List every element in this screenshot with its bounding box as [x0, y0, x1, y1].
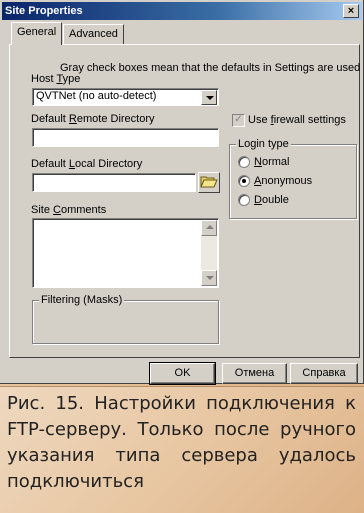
local-directory-input[interactable] — [32, 173, 196, 192]
site-comments-scrollbar[interactable] — [201, 220, 217, 286]
scroll-down-icon — [206, 276, 214, 280]
filtering-label: Filtering (Masks) — [39, 294, 125, 307]
site-comments-textarea[interactable] — [32, 218, 219, 288]
figure-caption: Рис. 15. Настройки подключения к FTP-сер… — [0, 386, 364, 513]
login-type-normal-label: Normal — [254, 156, 290, 168]
site-properties-dialog: Site Properties × General Advanced Gray … — [0, 0, 364, 385]
firewall-checkbox[interactable]: ✓ — [232, 114, 245, 127]
ok-button[interactable]: OK — [149, 362, 216, 385]
firewall-label: Use firewall settings — [248, 114, 346, 126]
scroll-up-icon — [206, 225, 214, 229]
browse-local-directory-button[interactable] — [198, 172, 220, 193]
defaults-hint: Gray check boxes mean that the defaults … — [60, 62, 361, 74]
open-folder-icon — [200, 176, 218, 188]
host-type-label: Host Type — [31, 73, 81, 85]
login-type-double-radio[interactable] — [238, 194, 250, 206]
login-type-label: Login type — [236, 138, 291, 151]
filtering-groupbox: Filtering (Masks) — [32, 294, 219, 344]
help-button[interactable]: Справка — [290, 363, 358, 384]
close-button[interactable]: × — [343, 4, 359, 18]
remote-directory-input[interactable] — [32, 128, 219, 147]
local-directory-label: Default Local Directory — [31, 158, 143, 170]
tab-advanced-label: Advanced — [69, 28, 118, 40]
host-type-value: QVTNet (no auto-detect) — [36, 90, 157, 102]
login-type-groupbox: Login type Normal Anonymous Double — [229, 138, 357, 219]
title-bar: Site Properties × — [2, 2, 362, 20]
scroll-up-button[interactable] — [201, 220, 217, 236]
login-type-anonymous-radio[interactable] — [238, 175, 250, 187]
scroll-down-button[interactable] — [201, 270, 217, 286]
tab-general-label: General — [17, 26, 57, 38]
general-tab-panel: Gray check boxes mean that the defaults … — [9, 44, 360, 358]
cancel-button[interactable]: Отмена — [222, 363, 287, 384]
window-title: Site Properties — [5, 5, 83, 17]
check-icon: ✓ — [234, 114, 243, 125]
chevron-down-icon — [206, 96, 214, 100]
host-type-dropdown-button[interactable] — [201, 90, 217, 105]
tab-general[interactable]: General — [11, 22, 63, 45]
tab-advanced[interactable]: Advanced — [63, 24, 124, 44]
close-icon: × — [347, 5, 355, 17]
host-type-select[interactable]: QVTNet (no auto-detect) — [32, 88, 219, 106]
remote-directory-label: Default Remote Directory — [31, 113, 155, 125]
site-comments-label: Site Comments — [31, 204, 107, 216]
login-type-anonymous-label: Anonymous — [254, 175, 313, 187]
login-type-normal-radio[interactable] — [238, 156, 250, 168]
login-type-double-label: Double — [254, 194, 289, 206]
